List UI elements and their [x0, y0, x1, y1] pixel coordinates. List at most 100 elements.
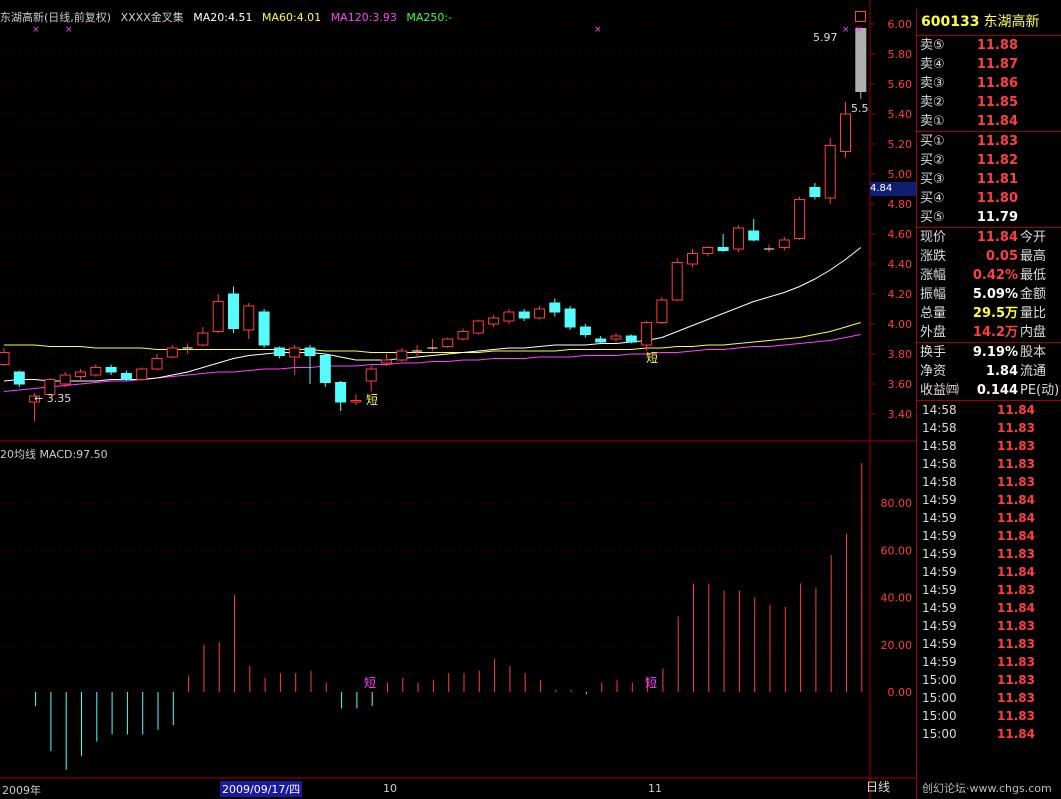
stat-row-label: 总量	[920, 306, 947, 321]
signal-cross-mark: ×	[594, 25, 602, 35]
chart-header: 东湖高新(日线,前复权) XXXX金叉集 MA20:4.51 MA60:4.01…	[0, 9, 458, 25]
candle-body-up	[794, 199, 806, 239]
stat-row-value: 11.84	[976, 230, 1018, 245]
candle-body-down	[809, 187, 821, 197]
finance-row: 净资 1.84 流通	[917, 362, 1061, 381]
finance-row-value: 0.144	[976, 383, 1018, 398]
tick-time: 14:59	[922, 637, 957, 651]
price-axis-label: 4.80	[888, 198, 913, 211]
macd-short-mark: 短	[364, 676, 376, 690]
ask-row-value: 11.87	[976, 57, 1018, 72]
bid-row-value: 11.82	[976, 153, 1018, 168]
tick-row: 14:58 11.83	[917, 419, 1061, 437]
bid-row-label: 买⑤	[920, 210, 945, 225]
tick-price: 11.84	[997, 511, 1035, 525]
bid-row-label: 买③	[920, 172, 945, 187]
stat-row-label2: 量比	[1020, 306, 1047, 321]
candle-body-down	[518, 311, 530, 319]
kline-chart[interactable]: 6.00 5.80 5.60 5.40 5.20 5.00 4.80 4.60 4.40 4.20…	[0, 0, 916, 799]
ma60-label: MA60:4.01	[261, 11, 322, 24]
candle-body-up	[396, 350, 408, 361]
tick-price: 11.83	[997, 421, 1035, 435]
macd-axis-label: 40.00	[881, 592, 913, 605]
candle-body-down	[120, 373, 132, 380]
tick-time: 15:00	[922, 709, 957, 723]
tick-row: 14:59 11.84	[917, 509, 1061, 527]
tick-row: 15:00 11.84	[917, 725, 1061, 743]
candle-body-up	[381, 359, 392, 364]
tick-time: 15:00	[922, 691, 957, 705]
tick-row: 15:00 11.83	[917, 689, 1061, 707]
price-axis-label: 4.60	[888, 228, 913, 241]
tick-time: 14:59	[922, 529, 957, 543]
candle-body-up	[687, 253, 698, 265]
tick-price: 11.84	[997, 529, 1035, 543]
tick-row: 14:58 11.83	[917, 455, 1061, 473]
finance-row-label: 收益㈣	[920, 383, 960, 398]
candle-body-up	[197, 332, 209, 346]
stat-row-value: 0.42%	[972, 268, 1018, 283]
candle-body-up	[289, 347, 301, 358]
stat-row-label: 振幅	[920, 287, 947, 302]
ask-row-value: 11.85	[976, 95, 1018, 110]
chart-title: 东湖高新(日线,前复权)	[0, 11, 112, 24]
candle-body-up	[840, 113, 851, 152]
signal-cross-mark: ×	[65, 25, 73, 35]
price-axis-label: 4.20	[888, 288, 913, 301]
ask-row-label: 卖③	[920, 76, 945, 91]
stat-row-value: 5.09%	[972, 287, 1018, 302]
tick-price: 11.83	[997, 547, 1035, 561]
ask-row-label: 卖①	[920, 114, 945, 129]
price-axis-label: 3.60	[888, 378, 913, 391]
stat-row-value: 14.2万	[972, 325, 1018, 340]
candle-body-down	[748, 230, 760, 241]
period-tab-daily[interactable]: 日线	[866, 778, 890, 795]
macd-axis-label: 0.00	[888, 686, 913, 699]
candle-body-down	[273, 347, 285, 356]
price-axis-label: 3.80	[888, 348, 913, 361]
macd-short-mark: 短	[645, 676, 657, 690]
bid-row: 买① 11.83	[917, 132, 1061, 151]
tick-price: 11.83	[997, 709, 1035, 723]
tick-price: 11.83	[997, 619, 1035, 633]
tick-row: 14:58 11.83	[917, 437, 1061, 455]
signal-cross-mark: ×	[32, 25, 40, 35]
tick-time: 14:59	[922, 547, 957, 561]
tick-time: 14:59	[922, 619, 957, 633]
tick-row: 14:59 11.83	[917, 581, 1061, 599]
candle-body-up	[534, 308, 545, 319]
candle-body-down	[258, 311, 270, 346]
date-oct: 10	[383, 782, 397, 795]
tick-price: 11.83	[997, 457, 1035, 471]
tick-price: 11.83	[997, 439, 1035, 453]
stat-row-label: 涨幅	[920, 268, 947, 283]
short-signal-mark: 短	[646, 351, 658, 365]
tick-row: 14:59 11.84	[917, 491, 1061, 509]
window-toggle-icon[interactable]	[855, 11, 866, 22]
candle-body-up	[610, 335, 622, 340]
candle-body-down	[595, 338, 607, 343]
ask-row: 卖③ 11.86	[917, 74, 1061, 93]
tick-price: 11.84	[997, 493, 1035, 507]
candle-body-up	[488, 317, 500, 325]
candle-body-up	[824, 145, 836, 199]
finance-row-label: 净资	[920, 364, 947, 379]
stat-row-label: 现价	[920, 230, 947, 245]
price-axis-label: 3.40	[888, 408, 913, 421]
price-axis-label: 5.60	[888, 78, 913, 91]
ma20-label: MA20:4.51	[193, 11, 253, 24]
stat-row: 涨幅 0.42% 最低	[917, 266, 1061, 285]
ask-row: 卖⑤ 11.88	[917, 36, 1061, 55]
stat-row-label: 外盘	[920, 325, 947, 340]
tick-price: 11.83	[997, 655, 1035, 669]
ask-row-value: 11.84	[976, 114, 1018, 129]
selected-date[interactable]: 2009/09/17/四	[220, 781, 303, 797]
bid-row: 买③ 11.81	[917, 170, 1061, 189]
tick-row: 14:59 11.84	[917, 599, 1061, 617]
candle-body-down	[549, 302, 561, 313]
candle-body-up	[0, 352, 10, 365]
quote-panel: 600133 东湖高新 卖⑤ 11.88 卖④ 11.87 卖③ 11.86 卖② 11.85 卖…	[916, 9, 1061, 799]
signal-cross-mark: ×	[855, 25, 863, 35]
ask-row-label: 卖②	[920, 95, 945, 110]
candle-body-down	[717, 247, 729, 251]
